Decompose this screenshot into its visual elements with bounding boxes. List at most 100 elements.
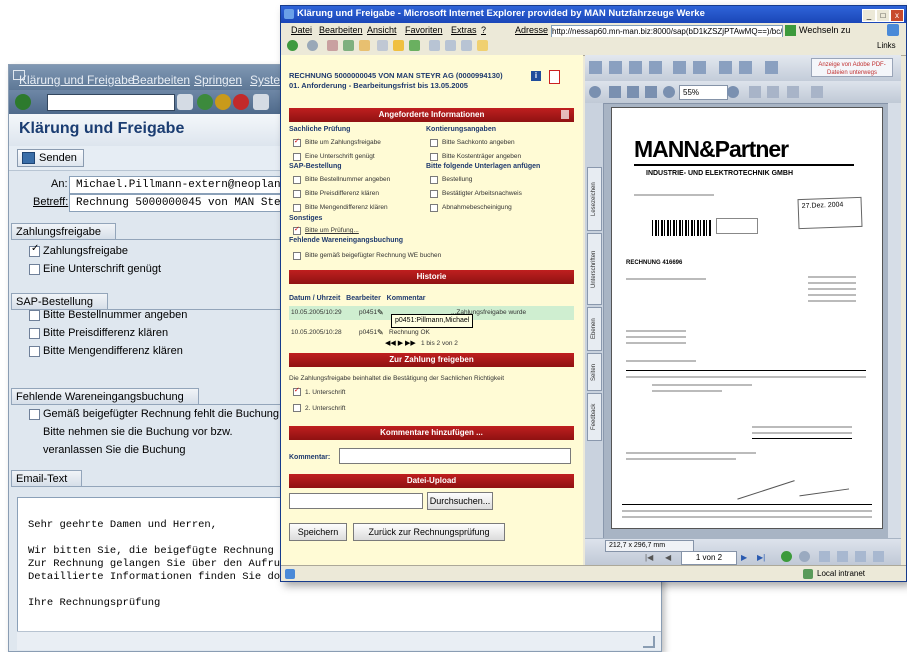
print-icon[interactable] [609,61,622,74]
page-icon[interactable] [673,61,686,74]
search-icon[interactable] [377,40,388,51]
history-user[interactable]: p0451 [359,309,377,316]
first-signature-checkbox[interactable]: ✓ [293,387,301,396]
gl-account-checkbox[interactable] [430,139,438,147]
request-check-link[interactable]: Bitte um Prüfung... [305,227,359,234]
email-icon[interactable] [629,61,642,74]
print-icon[interactable] [253,94,269,110]
forward-icon[interactable] [307,40,318,51]
single-page-icon[interactable] [819,551,830,562]
sap-menu-item[interactable]: Springen [194,73,242,87]
previous-view-icon[interactable] [781,551,792,562]
second-signature-checkbox[interactable] [293,404,301,412]
next-page-icon[interactable]: ▶ [741,553,747,562]
one-signature-checkbox[interactable] [29,264,40,275]
goods-receipt-checkbox[interactable] [29,409,40,420]
home-icon[interactable] [359,40,370,51]
history-icon[interactable] [409,40,420,51]
zoom-icon[interactable] [589,86,601,98]
close-button[interactable]: x [890,9,904,22]
previous-page-icon[interactable]: ◀ [665,553,671,562]
enter-check-icon[interactable] [15,94,31,110]
print-icon[interactable] [445,40,456,51]
file-path-input[interactable] [289,493,423,509]
sap-menu-item[interactable]: Bearbeiten [132,73,190,87]
request-check-checkbox[interactable]: ✓ [293,226,301,235]
folder-icon[interactable] [477,40,488,51]
continuous-facing-icon[interactable] [873,551,884,562]
cost-object-checkbox[interactable] [430,153,438,161]
select-icon[interactable] [693,61,706,74]
bookmarks-tab[interactable]: Lesezeichen [587,167,602,231]
go-icon[interactable] [785,25,796,36]
ie-menu-item[interactable]: Extras [451,25,477,35]
save-copy-icon[interactable] [589,61,602,74]
acceptance-checkbox[interactable] [430,204,438,212]
actual-size-icon[interactable] [609,86,621,98]
price-diff-checkbox[interactable] [29,328,40,339]
command-field[interactable] [47,94,175,111]
links-label[interactable]: Links [877,41,896,50]
exit-icon[interactable] [215,94,231,110]
post-goods-receipt-checkbox[interactable] [293,252,301,260]
ie-menu-item[interactable]: ? [481,25,486,35]
reflow-icon[interactable] [787,86,799,98]
info-icon[interactable]: i [531,71,541,81]
favorites-icon[interactable] [393,40,404,51]
browse-button[interactable]: Durchsuchen... [427,492,493,510]
minimize-button[interactable]: _ [862,9,876,22]
rotate-right-icon[interactable] [767,86,779,98]
work-proof-checkbox[interactable] [430,190,438,198]
price-diff-checkbox[interactable] [293,190,301,198]
first-page-icon[interactable]: |◀ [645,553,653,562]
sap-menu-item[interactable]: Klärung und Freigabe [19,73,134,87]
hand-tool-icon[interactable] [719,61,732,74]
zoom-in-icon[interactable] [727,86,739,98]
go-button-label[interactable]: Wechseln zu [799,25,850,35]
zoom-out-icon[interactable] [663,86,675,98]
ie-menu-item[interactable]: Datei [291,25,312,35]
order-number-checkbox[interactable] [29,310,40,321]
adobe-mobile-link[interactable]: Anzeige von Adobe PDF-Dateien unterwegs [811,58,893,77]
maximize-button[interactable]: □ [876,9,890,22]
signatures-tab[interactable]: Unterschriften [587,233,602,305]
ie-menu-item[interactable]: Favoriten [405,25,443,35]
next-view-icon[interactable] [799,551,810,562]
edit-icon[interactable] [461,40,472,51]
zoom-level-field[interactable]: 55% [679,85,728,100]
resize-grip-icon[interactable] [643,636,655,648]
save-icon[interactable] [177,94,193,110]
stop-icon[interactable] [327,40,338,51]
ie-menu-item[interactable]: Ansicht [367,25,397,35]
fit-page-icon[interactable] [627,86,639,98]
help-icon[interactable] [811,86,823,98]
pdf-scrollbar[interactable] [888,103,901,538]
mail-icon[interactable] [429,40,440,51]
release-checkbox[interactable]: ✓ [29,244,40,257]
feedback-tab[interactable]: Feedback [587,393,602,441]
snapshot-icon[interactable] [765,61,778,74]
page-number-field[interactable]: 1 von 2 [681,551,737,565]
quantity-diff-checkbox[interactable] [293,204,301,212]
pdf-icon[interactable] [549,70,560,84]
cancel-icon[interactable] [233,94,249,110]
text-select-icon[interactable] [739,61,752,74]
send-button[interactable]: Senden [17,149,84,167]
payment-release-checkbox[interactable]: ✓ [293,138,301,147]
history-user[interactable]: p0451 [359,329,377,336]
fit-width-icon[interactable] [645,86,657,98]
rotate-left-icon[interactable] [749,86,761,98]
last-page-icon[interactable]: ▶| [757,553,765,562]
ie-menu-item[interactable]: Bearbeiten [319,25,363,35]
one-signature-checkbox[interactable] [293,153,301,161]
layers-tab[interactable]: Ebenen [587,307,602,351]
pages-tab[interactable]: Seiten [587,353,602,391]
toggle-icon[interactable] [561,110,569,119]
continuous-icon[interactable] [837,551,848,562]
back-to-invoice-check-button[interactable]: Zurück zur Rechnungsprüfung [353,523,505,541]
save-button[interactable]: Speichern [289,523,347,541]
back-icon[interactable] [287,40,298,51]
purchase-order-checkbox[interactable] [430,176,438,184]
comment-input[interactable] [339,448,571,464]
quantity-diff-checkbox[interactable] [29,346,40,357]
